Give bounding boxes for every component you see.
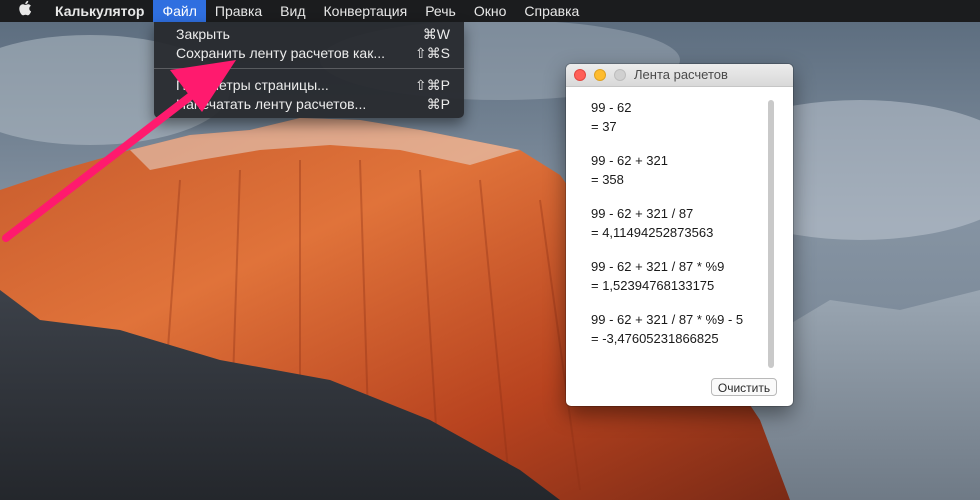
tape-result: = 37 [591, 119, 617, 134]
menu-item-label: Сохранить ленту расчетов как... [176, 45, 386, 61]
clear-button[interactable]: Очистить [711, 378, 777, 396]
close-button[interactable] [574, 69, 586, 81]
tape-entry: 99 - 62 + 321 / 87 = 4,11494252873563 [591, 204, 781, 257]
tape-expression: 99 - 62 [591, 100, 632, 115]
vertical-scrollbar[interactable] [768, 100, 774, 368]
menu-help[interactable]: Справка [515, 0, 588, 22]
menu-item-print-tape[interactable]: Напечатать ленту расчетов... ⌘P [154, 94, 464, 114]
menu-item-save-tape-as[interactable]: Сохранить ленту расчетов как... ⇧⌘S [154, 43, 464, 63]
menu-app-name[interactable]: Калькулятор [46, 0, 153, 22]
desktop-wallpaper [0, 0, 980, 500]
file-menu-dropdown: Закрыть ⌘W Сохранить ленту расчетов как.… [154, 22, 464, 118]
zoom-button[interactable] [614, 69, 626, 81]
tape-result: = 4,11494252873563 [591, 225, 714, 240]
tape-entry: 99 - 62 = 37 [591, 98, 781, 151]
apple-menu[interactable] [0, 0, 46, 22]
menu-item-shortcut: ⌘P [426, 96, 450, 112]
tape-entry: 99 - 62 + 321 / 87 * %9 - 5 = -3,4760523… [591, 310, 781, 363]
tape-result: = 1,52394768133175 [591, 278, 715, 293]
menu-item-label: Параметры страницы... [176, 77, 329, 93]
menu-item-close[interactable]: Закрыть ⌘W [154, 24, 464, 44]
menu-bar: Калькулятор Файл Правка Вид Конвертация … [0, 0, 980, 22]
tape-result: = -3,47605231866825 [591, 331, 719, 346]
menu-item-shortcut: ⌘W [422, 26, 450, 42]
window-title: Лента расчетов [634, 67, 728, 82]
tape-entry: 99 - 62 + 321 / 87 * %9 = 1,523947681331… [591, 257, 781, 310]
menu-item-shortcut: ⇧⌘S [414, 45, 450, 61]
menu-separator [154, 68, 464, 69]
menu-item-label: Закрыть [176, 26, 230, 42]
menu-item-page-setup[interactable]: Параметры страницы... ⇧⌘P [154, 75, 464, 95]
menu-convert[interactable]: Конвертация [315, 0, 417, 22]
tape-expression: 99 - 62 + 321 / 87 [591, 206, 694, 221]
menu-view[interactable]: Вид [271, 0, 314, 22]
menu-file[interactable]: Файл [153, 0, 206, 22]
tape-result: = 358 [591, 172, 624, 187]
tape-expression: 99 - 62 + 321 [591, 153, 668, 168]
menu-edit[interactable]: Правка [206, 0, 271, 22]
window-titlebar[interactable]: Лента расчетов [566, 64, 793, 87]
paper-tape-window: Лента расчетов 99 - 62 = 37 99 - 62 + 32… [566, 64, 793, 406]
menu-speech[interactable]: Речь [416, 0, 465, 22]
tape-expression: 99 - 62 + 321 / 87 * %9 [591, 259, 725, 274]
minimize-button[interactable] [594, 69, 606, 81]
apple-icon [18, 0, 32, 22]
menu-item-label: Напечатать ленту расчетов... [176, 96, 367, 112]
tape-content: 99 - 62 = 37 99 - 62 + 321 = 358 99 - 62… [591, 98, 781, 363]
menu-item-shortcut: ⇧⌘P [414, 77, 450, 93]
tape-entry: 99 - 62 + 321 = 358 [591, 151, 781, 204]
tape-expression: 99 - 62 + 321 / 87 * %9 - 5 [591, 312, 744, 327]
menu-window[interactable]: Окно [465, 0, 516, 22]
